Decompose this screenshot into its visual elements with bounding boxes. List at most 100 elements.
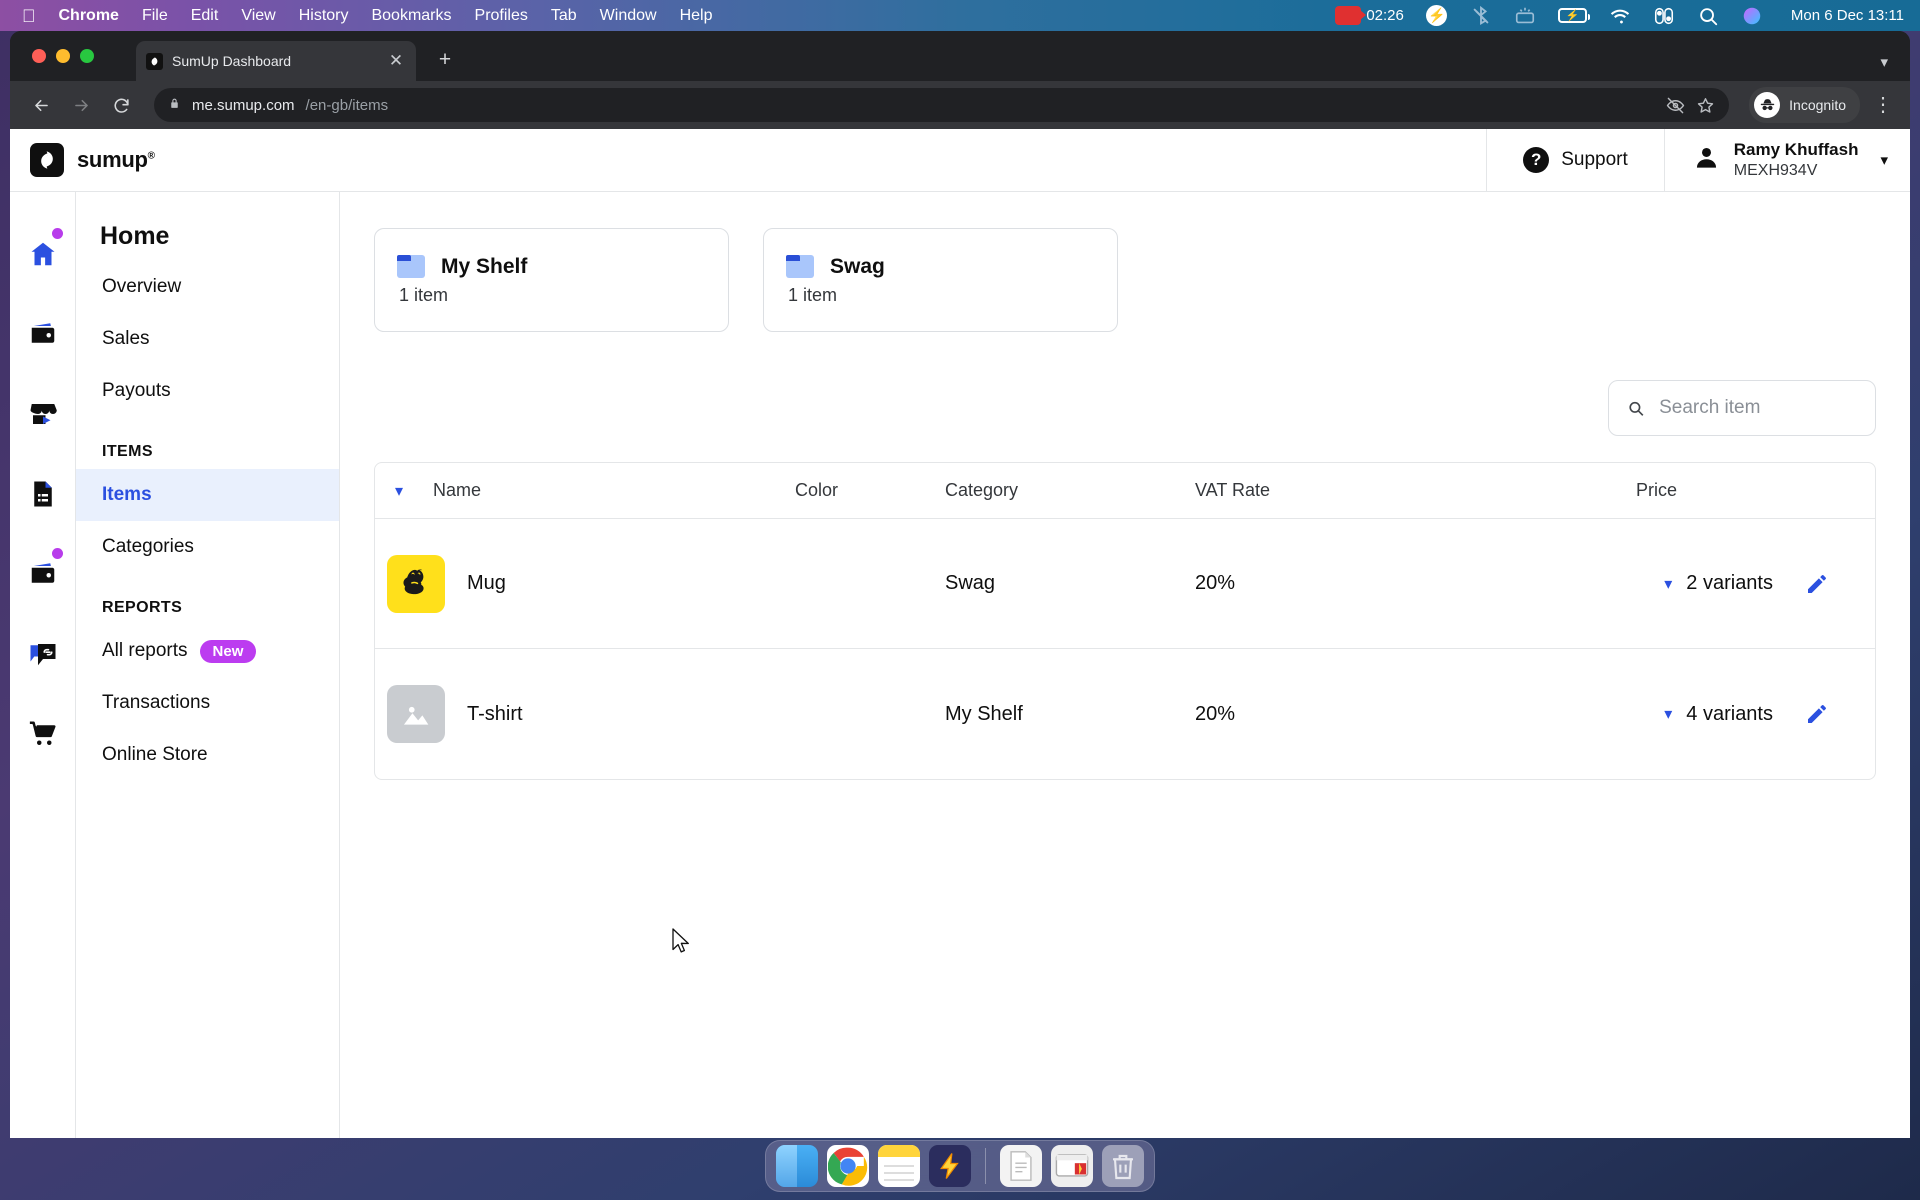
- edit-item-button[interactable]: [1773, 572, 1861, 596]
- chrome-icon[interactable]: [827, 1145, 869, 1187]
- profile-indicator[interactable]: Incognito: [1749, 87, 1860, 123]
- document-icon[interactable]: [1000, 1145, 1042, 1187]
- rail-item-home[interactable]: [20, 214, 66, 294]
- menubar-item-help[interactable]: Help: [680, 7, 713, 25]
- item-category: My Shelf: [945, 702, 1023, 725]
- reload-icon[interactable]: [104, 88, 138, 122]
- rail-item-items[interactable]: [20, 534, 66, 614]
- column-header-vat-rate[interactable]: VAT Rate: [1195, 480, 1465, 501]
- bolt-app-icon[interactable]: [929, 1145, 971, 1187]
- screen-record-status[interactable]: 02:26: [1335, 6, 1404, 25]
- trash-icon[interactable]: [1102, 1145, 1144, 1187]
- account-menu[interactable]: Ramy Khuffash MEXH934V ▾: [1663, 129, 1910, 191]
- rail-item-payment-links[interactable]: [20, 614, 66, 694]
- search-box[interactable]: [1608, 380, 1876, 436]
- item-category: Swag: [945, 572, 996, 594]
- support-button[interactable]: ? Support: [1486, 129, 1664, 191]
- battery-charging-icon[interactable]: ⚡: [1557, 8, 1590, 23]
- chevron-down-icon: ▾: [1664, 575, 1673, 593]
- sidebar-item-items[interactable]: Items: [76, 469, 339, 521]
- column-header-price[interactable]: Price: [1465, 480, 1875, 501]
- close-icon[interactable]: ✕: [386, 51, 406, 71]
- close-window-button[interactable]: [32, 49, 46, 63]
- table-row[interactable]: T-shirt My Shelf 20% ▾ 4 variants: [375, 649, 1875, 779]
- browser-tab-strip: SumUp Dashboard ✕ + ▾: [10, 31, 1910, 81]
- notification-dot: [51, 228, 63, 239]
- spotlight-search-icon[interactable]: [1697, 5, 1719, 27]
- edit-item-button[interactable]: [1773, 702, 1861, 726]
- column-header-category[interactable]: Category: [945, 480, 1195, 501]
- variants-toggle[interactable]: ▾ 2 variants: [1664, 572, 1773, 595]
- bluetooth-off-icon[interactable]: [1470, 5, 1492, 27]
- minimize-window-button[interactable]: [56, 49, 70, 63]
- keyboard-brightness-icon[interactable]: [1514, 5, 1536, 27]
- image-placeholder-thumbnail: [387, 685, 445, 743]
- notification-dot: [51, 548, 63, 559]
- dock-divider: [985, 1148, 986, 1184]
- profile-label: Incognito: [1789, 97, 1846, 113]
- menubar-item-chrome[interactable]: Chrome: [59, 7, 119, 25]
- kebab-menu-icon[interactable]: ⋮: [1870, 95, 1896, 115]
- sidebar-nav: Home Overview Sales Payouts ITEMS Items …: [76, 192, 340, 1138]
- new-tab-button[interactable]: +: [430, 45, 460, 75]
- sidebar-item-overview[interactable]: Overview: [76, 261, 339, 313]
- control-center-icon[interactable]: [1653, 5, 1675, 27]
- window-controls: [32, 49, 94, 63]
- chevron-down-icon[interactable]: ▾: [1880, 53, 1888, 71]
- bolt-circle-icon[interactable]: ⚡: [1426, 5, 1448, 27]
- back-arrow-icon[interactable]: [24, 88, 58, 122]
- sidebar-item-sales[interactable]: Sales: [76, 313, 339, 365]
- menubar-item-bookmarks[interactable]: Bookmarks: [371, 7, 451, 25]
- wallet-icon: [31, 323, 54, 343]
- folder-name: Swag: [830, 254, 885, 278]
- chevron-down-icon[interactable]: ▾: [1880, 151, 1888, 169]
- address-bar[interactable]: me.sumup.com/en-gb/items: [154, 88, 1730, 122]
- star-icon[interactable]: [1696, 96, 1715, 115]
- question-mark-icon: ?: [1523, 147, 1550, 173]
- menubar-item-view[interactable]: View: [241, 7, 275, 25]
- menubar-item-profiles[interactable]: Profiles: [475, 7, 528, 25]
- rail-item-wallet[interactable]: [20, 294, 66, 374]
- search-icon: [1629, 401, 1644, 416]
- sidebar-item-categories[interactable]: Categories: [76, 521, 339, 573]
- table-row[interactable]: Mug Swag 20% ▾ 2 variants: [375, 519, 1875, 649]
- menubar-item-tab[interactable]: Tab: [551, 7, 577, 25]
- sidebar-item-transactions[interactable]: Transactions: [76, 677, 339, 729]
- maximize-window-button[interactable]: [80, 49, 94, 63]
- siri-icon[interactable]: [1741, 5, 1763, 27]
- menubar-item-edit[interactable]: Edit: [191, 7, 219, 25]
- menubar-item-window[interactable]: Window: [600, 7, 657, 25]
- sumup-brand[interactable]: sumup®: [10, 129, 1486, 191]
- browser-tab[interactable]: SumUp Dashboard ✕: [136, 41, 416, 81]
- search-row: [374, 380, 1876, 436]
- item-price: 2 variants: [1686, 572, 1773, 594]
- pencil-icon: [1808, 705, 1826, 723]
- column-header-name[interactable]: Name: [433, 480, 481, 501]
- shopping-cart-icon: [29, 721, 55, 745]
- column-header-color[interactable]: Color: [795, 480, 945, 501]
- variants-toggle[interactable]: ▾ 4 variants: [1664, 703, 1773, 726]
- rail-item-online-store[interactable]: [20, 694, 66, 774]
- forward-arrow-icon[interactable]: [64, 88, 98, 122]
- folder-card[interactable]: My Shelf 1 item: [374, 228, 729, 332]
- folder-card[interactable]: Swag 1 item: [763, 228, 1118, 332]
- apple-menu-icon[interactable]: : [22, 7, 36, 25]
- menubar-clock[interactable]: Mon 6 Dec 13:11: [1791, 7, 1904, 24]
- sidebar-item-all-reports[interactable]: All reports New: [76, 625, 339, 677]
- item-name: T-shirt: [467, 702, 523, 725]
- window-preview-icon[interactable]: [1051, 1145, 1093, 1187]
- search-input[interactable]: [1659, 397, 1857, 419]
- rail-item-invoice[interactable]: [20, 454, 66, 534]
- link-chat-icon: [30, 644, 55, 666]
- wifi-icon[interactable]: [1609, 5, 1631, 27]
- sidebar-item-payouts[interactable]: Payouts: [76, 365, 339, 417]
- chevron-down-icon[interactable]: ▾: [387, 481, 411, 501]
- finder-icon[interactable]: [776, 1145, 818, 1187]
- eye-slash-icon[interactable]: [1666, 96, 1685, 115]
- menubar-item-file[interactable]: File: [142, 7, 168, 25]
- sidebar-item-online-store[interactable]: Online Store: [76, 729, 339, 781]
- notes-icon[interactable]: [878, 1145, 920, 1187]
- rail-item-store[interactable]: [20, 374, 66, 454]
- menubar-item-history[interactable]: History: [299, 7, 349, 25]
- lock-icon: [168, 96, 181, 115]
